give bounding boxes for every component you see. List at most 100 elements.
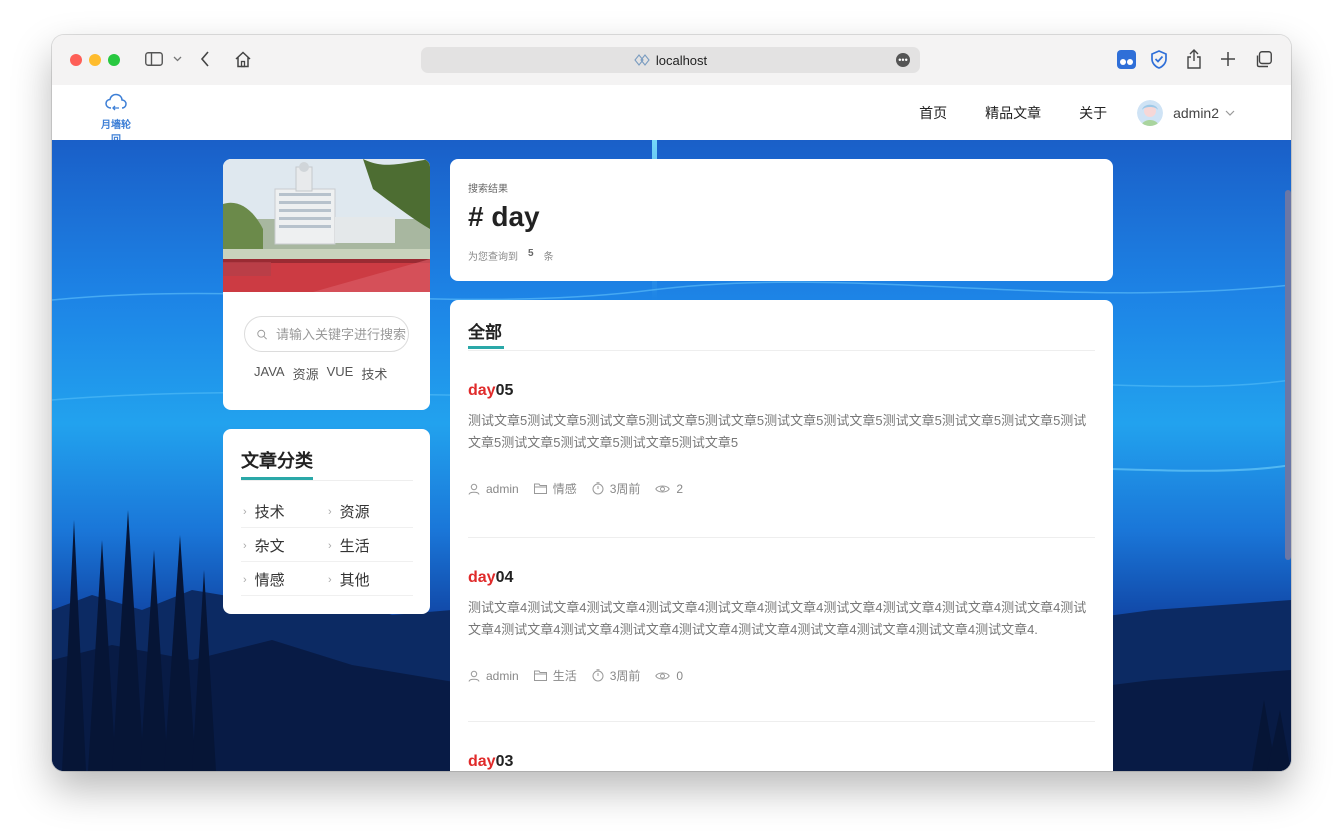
post-title-rest: 05 (495, 382, 514, 399)
post-title-rest: 03 (495, 753, 514, 770)
tag-tech[interactable]: 技术 (361, 364, 387, 383)
category-item-misc[interactable]: › 杂文 (243, 535, 285, 556)
post-time-label: 3周前 (609, 482, 641, 496)
main-nav: 首页 精品文章 关于 admin2 (881, 85, 1235, 140)
chevron-right-icon: › (243, 573, 247, 586)
post-excerpt: 测试文章5测试文章5测试文章5测试文章5测试文章5测试文章5测试文章5测试文章5… (468, 413, 1087, 450)
nav-about[interactable]: 关于 (1079, 103, 1107, 123)
post-time: 3周前 (592, 480, 641, 497)
nav-home[interactable]: 首页 (919, 103, 947, 123)
chevron-down-icon[interactable] (1225, 107, 1235, 119)
tag-vue[interactable]: VUE (327, 364, 354, 383)
post-meta: admin 情感 3周前 2 (468, 480, 1095, 497)
tag-resources[interactable]: 资源 (293, 364, 319, 383)
post-title[interactable]: day04 (468, 569, 1095, 587)
tab-all[interactable]: 全部 (468, 318, 502, 343)
cloud-icon (105, 93, 127, 111)
post-author[interactable]: admin (468, 482, 519, 496)
post-author-label: admin (486, 481, 519, 496)
more-icon[interactable]: ••• (896, 53, 910, 67)
post-title-highlight: day (468, 569, 496, 586)
post-author[interactable]: admin (468, 669, 519, 683)
profile-card: JAVA 资源 VUE 技术 (223, 159, 430, 410)
post-title[interactable]: day05 (468, 382, 1095, 400)
chevron-right-icon: › (328, 539, 332, 552)
divider (468, 350, 1095, 351)
campus-photo (223, 159, 430, 292)
chevron-down-icon[interactable] (171, 47, 183, 71)
zoom-window-button[interactable] (108, 54, 120, 66)
folder-icon (533, 670, 547, 681)
user-icon (468, 670, 480, 682)
user-name[interactable]: admin2 (1173, 105, 1219, 121)
category-card: 文章分类 › 技术 › 资源 › 杂文 › 生活 › 情感 › 其他 (223, 429, 430, 614)
category-label: 资源 (339, 504, 370, 521)
user-icon (468, 483, 480, 495)
category-item-other[interactable]: › 其他 (328, 569, 370, 590)
category-item-emotion[interactable]: › 情感 (243, 569, 285, 590)
post-title[interactable]: day03 (468, 753, 1095, 771)
post-title-highlight: day (468, 753, 496, 770)
search-input[interactable] (274, 325, 408, 343)
tab-active-indicator (468, 346, 504, 349)
eye-icon (655, 485, 671, 492)
tab-overview-icon[interactable] (1253, 47, 1273, 71)
result-count-prefix: 为您查询到 (468, 252, 518, 263)
browser-toolbar: localhost ••• (52, 35, 1291, 85)
category-item-tech[interactable]: › 技术 (243, 501, 285, 522)
category-label: 情感 (254, 572, 285, 589)
divider (468, 721, 1095, 722)
eye-icon (655, 672, 671, 679)
browser-window: localhost ••• 月墙轮回 首页 精品文章 关于 (52, 35, 1291, 771)
chevron-right-icon: › (328, 505, 332, 518)
search-result-header: 搜索结果 # day 为您查询到 5 条 (450, 159, 1113, 281)
divider (241, 527, 413, 528)
back-icon[interactable] (198, 47, 212, 71)
post-title-highlight: day (468, 382, 496, 399)
result-count-number: 5 (528, 248, 534, 259)
list-item: day04 测试文章4测试文章4测试文章4测试文章4测试文章4测试文章4测试文章… (468, 569, 1095, 684)
extension-icon[interactable] (1116, 47, 1136, 71)
category-label: 生活 (339, 538, 370, 555)
folder-icon (533, 483, 547, 494)
chevron-right-icon: › (243, 505, 247, 518)
post-views-count: 0 (676, 668, 684, 683)
share-icon[interactable] (1184, 47, 1204, 71)
site-header: 月墙轮回 首页 精品文章 关于 admin2 (52, 85, 1291, 146)
site-logo[interactable]: 月墙轮回 (98, 93, 134, 146)
new-tab-icon[interactable] (1218, 47, 1238, 71)
timer-icon (592, 482, 604, 495)
tag-java[interactable]: JAVA (254, 364, 285, 383)
tag-list: JAVA 资源 VUE 技术 (254, 364, 395, 383)
sidebar-toggle-icon[interactable] (144, 47, 164, 71)
url-text: localhost (655, 52, 708, 68)
category-label: 杂文 (254, 538, 285, 555)
minimize-window-button[interactable] (89, 54, 101, 66)
post-category[interactable]: 情感 (533, 480, 577, 497)
list-item: day03 (468, 753, 1095, 771)
post-category[interactable]: 生活 (533, 667, 577, 684)
home-icon[interactable] (232, 47, 254, 71)
divider (241, 561, 413, 562)
article-list: 全部 day05 测试文章5测试文章5测试文章5测试文章5测试文章5测试文章5测… (450, 300, 1113, 771)
address-bar[interactable]: localhost ••• (421, 47, 920, 73)
site-icon (634, 54, 650, 66)
post-views: 0 (655, 669, 683, 683)
post-views-count: 2 (676, 481, 684, 496)
page-title: # day (468, 201, 540, 232)
page-scrollbar[interactable] (1285, 190, 1291, 560)
close-window-button[interactable] (70, 54, 82, 66)
post-time-label: 3周前 (609, 669, 641, 683)
list-item: day05 测试文章5测试文章5测试文章5测试文章5测试文章5测试文章5测试文章… (468, 382, 1095, 497)
shield-icon[interactable] (1149, 47, 1169, 71)
search-box[interactable] (244, 316, 409, 352)
page-content: JAVA 资源 VUE 技术 文章分类 › 技术 › 资源 › 杂文 (52, 140, 1291, 771)
category-item-life[interactable]: › 生活 (328, 535, 370, 556)
avatar[interactable] (1137, 99, 1164, 126)
nav-featured[interactable]: 精品文章 (985, 103, 1041, 123)
chevron-right-icon: › (243, 539, 247, 552)
timer-icon (592, 669, 604, 682)
post-excerpt: 测试文章4测试文章4测试文章4测试文章4测试文章4测试文章4测试文章4测试文章4… (468, 600, 1087, 637)
category-title: 文章分类 (241, 451, 313, 471)
category-item-resources[interactable]: › 资源 (328, 501, 370, 522)
